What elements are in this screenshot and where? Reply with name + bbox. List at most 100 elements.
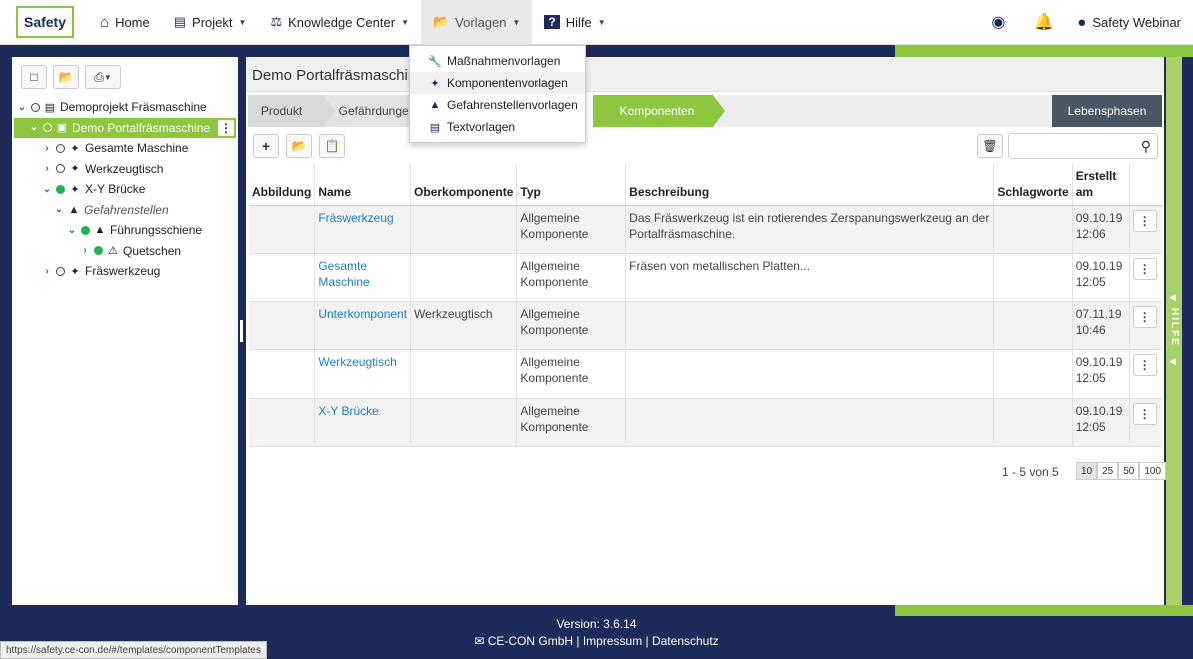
step-komponenten[interactable]: Komponenten	[593, 95, 725, 127]
cell-image	[249, 398, 316, 447]
chevron-down-icon[interactable]: ⌄	[42, 184, 52, 195]
kebab-menu-icon[interactable]: ⋮	[1132, 354, 1157, 377]
app-logo[interactable]: Safety	[16, 6, 74, 38]
nav-vorlagen[interactable]: 📂 Vorlagen ▼	[420, 0, 533, 45]
panel-splitter[interactable]	[240, 320, 243, 342]
bell-icon[interactable]: 🔔	[1021, 12, 1067, 32]
cell-description: Fräsen von metallischen Platten...	[625, 253, 995, 303]
column-header[interactable]: Name	[314, 164, 412, 206]
table-row[interactable]: X-Y Brücke Allgemeine Komponente 09.10.1…	[249, 398, 1162, 447]
tree-node[interactable]: ⌄ ▲ Gefahrenstellen	[12, 200, 238, 221]
menu-item-textvorlagen[interactable]: ▤ Textvorlagen	[410, 116, 585, 138]
nav-home-label: Home	[115, 14, 150, 30]
lifebuoy-icon[interactable]: ◉	[975, 12, 1021, 32]
page-size-selector: 10 25 50 100	[1076, 462, 1167, 480]
cell-name[interactable]: X-Y Brücke	[314, 398, 412, 447]
cell-name[interactable]: Gesamte Maschine	[314, 253, 412, 303]
tree-node[interactable]: › ⚠ Quetschen	[12, 241, 238, 262]
tree-node[interactable]: › ✦ Fräswerkzeug	[12, 261, 238, 282]
column-header[interactable]: Beschreibung	[625, 164, 995, 206]
column-header[interactable]: Schlagworte	[993, 164, 1073, 206]
cell-type: Allgemeine Komponente	[516, 349, 627, 399]
chevron-right-icon[interactable]: ›	[42, 163, 52, 174]
user-menu[interactable]: ● Safety Webinar	[1067, 14, 1193, 31]
nav-knowledge-center[interactable]: ⚖ Knowledge Center ▼	[258, 0, 421, 45]
step-label: Komponenten	[619, 104, 695, 118]
chevron-down-icon[interactable]: ⌄	[54, 204, 64, 215]
tree-node-label: Führungsschiene	[110, 223, 203, 238]
chevron-down-icon[interactable]: ⌄	[29, 122, 39, 133]
new-file-button[interactable]: □	[21, 65, 47, 89]
tree-node[interactable]: ⌄ ▲ Führungsschiene	[12, 220, 238, 241]
folder-open-icon: 📂	[291, 139, 307, 153]
cell-parent	[410, 205, 518, 254]
help-icon: ?	[544, 15, 560, 29]
print-button[interactable]: ⎙ ▼	[85, 65, 121, 89]
tree-node[interactable]: › ✦ Gesamte Maschine	[12, 138, 238, 159]
column-header[interactable]: Oberkomponente	[410, 164, 518, 206]
kebab-menu-icon[interactable]: ⋮	[1132, 306, 1157, 329]
envelope-icon: ✉	[474, 634, 485, 648]
page-size-10[interactable]: 10	[1076, 462, 1098, 480]
caret-down-icon: ▼	[512, 17, 521, 27]
chevron-right-icon[interactable]: ›	[42, 266, 52, 277]
chevron-down-icon[interactable]: ⌄	[17, 102, 27, 113]
column-header[interactable]: Typ	[516, 164, 627, 206]
search-icon[interactable]: ⚲	[1141, 138, 1151, 155]
puzzle-icon: ✦	[70, 265, 80, 278]
menu-item-komponentenvorlagen[interactable]: ✦ Komponentenvorlagen	[410, 72, 585, 94]
page-size-25[interactable]: 25	[1097, 462, 1119, 480]
footer-links-text[interactable]: CE-CON GmbH | Impressum | Datenschutz	[488, 634, 719, 648]
cell-type: Allgemeine Komponente	[516, 398, 627, 447]
table-row[interactable]: Gesamte Maschine Allgemeine Komponente F…	[249, 253, 1162, 303]
delete-button[interactable]: 🗑	[977, 134, 1003, 158]
menu-item-label: Maßnahmenvorlagen	[447, 54, 561, 68]
cell-image	[249, 205, 316, 254]
kebab-menu-icon[interactable]: ⋮	[1132, 209, 1157, 232]
tree-node-selected[interactable]: ⌄ ▣ Demo Portalfräsmaschine ⋮	[14, 117, 236, 138]
step-produkt[interactable]: Produkt	[248, 95, 335, 127]
kebab-menu-icon[interactable]: ⋮	[1132, 402, 1157, 425]
plus-icon: +	[261, 138, 271, 154]
nav-home[interactable]: ⌂ Home	[88, 0, 162, 45]
caret-down-icon: ▼	[103, 72, 112, 82]
import-button[interactable]: 📂	[286, 134, 312, 158]
page-size-50[interactable]: 50	[1118, 462, 1140, 480]
cell-name[interactable]: Werkzeugtisch	[314, 349, 412, 399]
table-row[interactable]: Fräswerkzeug Allgemeine Komponente Das F…	[249, 205, 1162, 254]
nav-hilfe[interactable]: ? Hilfe ▼	[532, 0, 617, 45]
trash-icon: 🗑	[982, 139, 998, 153]
step-label: Gefährdungen	[338, 104, 413, 118]
step-arrow	[323, 95, 335, 127]
tree-node[interactable]: ⌄ ▤ Demoprojekt Fräsmaschine	[12, 97, 238, 118]
nav-projekt[interactable]: ▤ Projekt ▼	[162, 0, 259, 45]
tree-node[interactable]: › ✦ Werkzeugtisch	[12, 159, 238, 180]
user-icon: ●	[1077, 13, 1087, 31]
chevron-right-icon[interactable]: ›	[80, 245, 90, 256]
scales-icon: ⚖	[270, 14, 283, 29]
column-header[interactable]: Erstellt am	[1072, 164, 1130, 206]
table-row[interactable]: Unterkomponent Werkzeugtisch Allgemeine …	[249, 301, 1162, 351]
status-circle-icon	[56, 164, 65, 174]
menu-item-label: Gefahrenstellenvorlagen	[447, 98, 578, 112]
caret-down-icon: ▼	[238, 17, 247, 27]
table-row[interactable]: Werkzeugtisch Allgemeine Komponente 09.1…	[249, 349, 1162, 399]
step-gefaehrdungen[interactable]: Gefährdungen	[323, 95, 413, 127]
chevron-down-icon[interactable]: ⌄	[67, 225, 77, 236]
paste-button[interactable]: 📋	[319, 134, 345, 158]
kebab-menu-icon[interactable]: ⋮	[1132, 257, 1157, 280]
tree-node[interactable]: ⌄ ✦ X-Y Brücke	[12, 179, 238, 200]
add-button[interactable]: +	[253, 134, 279, 158]
column-header[interactable]: Abbildung	[249, 164, 316, 206]
page-size-100[interactable]: 100	[1139, 462, 1167, 480]
chevron-right-icon[interactable]: ›	[42, 143, 52, 154]
step-label: Produkt	[260, 104, 303, 118]
open-folder-button[interactable]: 📂	[53, 65, 79, 89]
lebensphasen-button[interactable]: Lebensphasen	[1052, 95, 1162, 127]
cell-name[interactable]: Unterkomponent	[314, 301, 412, 351]
cell-name[interactable]: Fräswerkzeug	[314, 205, 412, 254]
kebab-menu-icon[interactable]: ⋮	[218, 119, 234, 136]
search-input[interactable]: ⚲	[1008, 133, 1158, 159]
menu-item-massnahmenvorlagen[interactable]: 🔧 Maßnahmenvorlagen	[410, 50, 585, 72]
menu-item-gefahrenstellenvorlagen[interactable]: ▲ Gefahrenstellenvorlagen	[410, 94, 585, 116]
